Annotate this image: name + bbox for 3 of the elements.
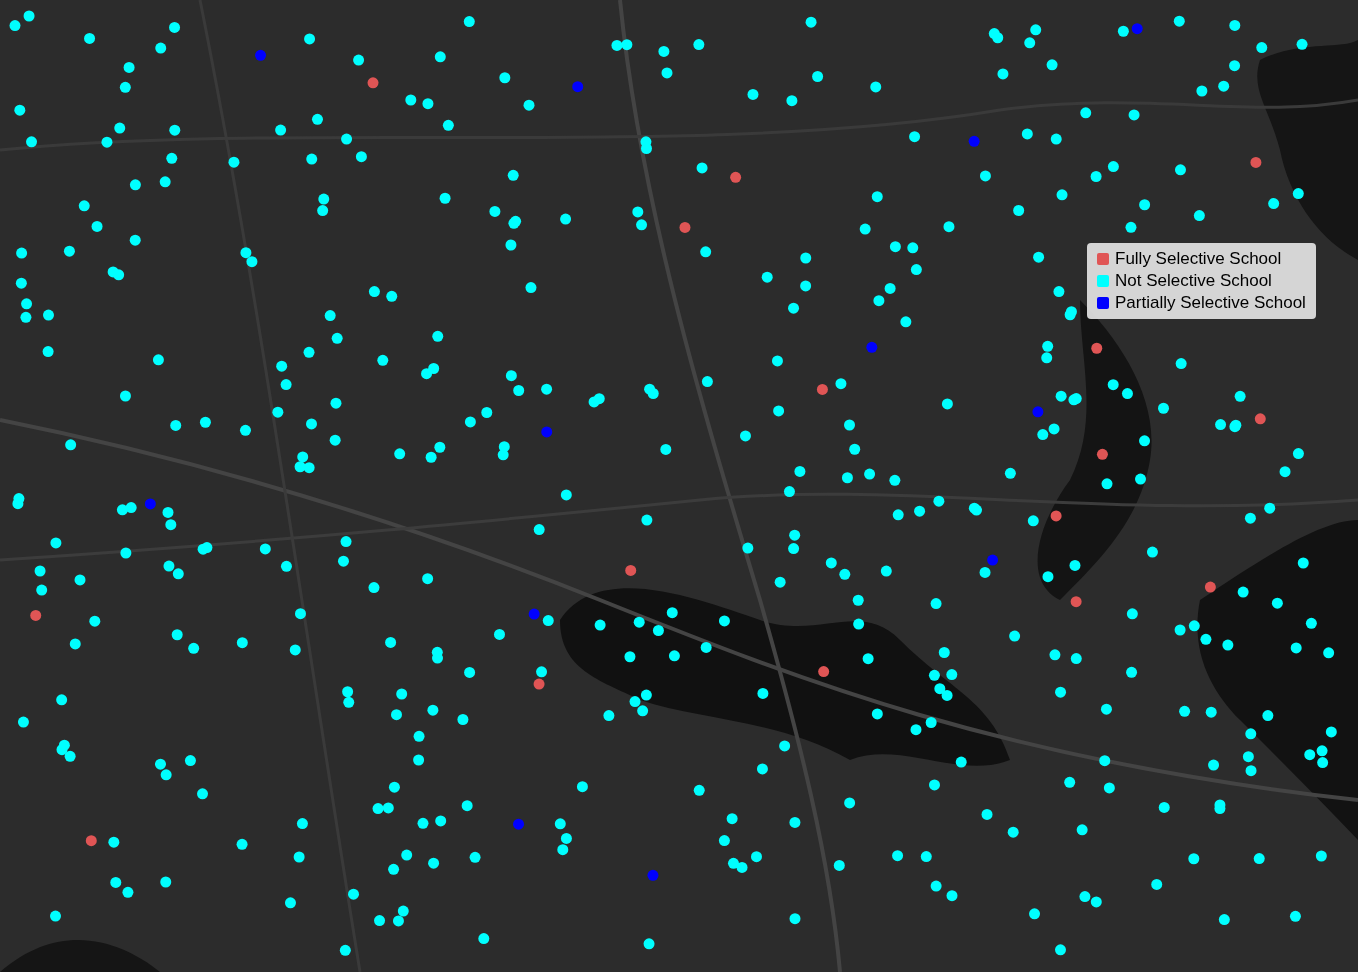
legend-label: Fully Selective School xyxy=(1115,249,1282,269)
legend-label: Partially Selective School xyxy=(1115,293,1306,313)
legend-label: Not Selective School xyxy=(1115,271,1272,291)
